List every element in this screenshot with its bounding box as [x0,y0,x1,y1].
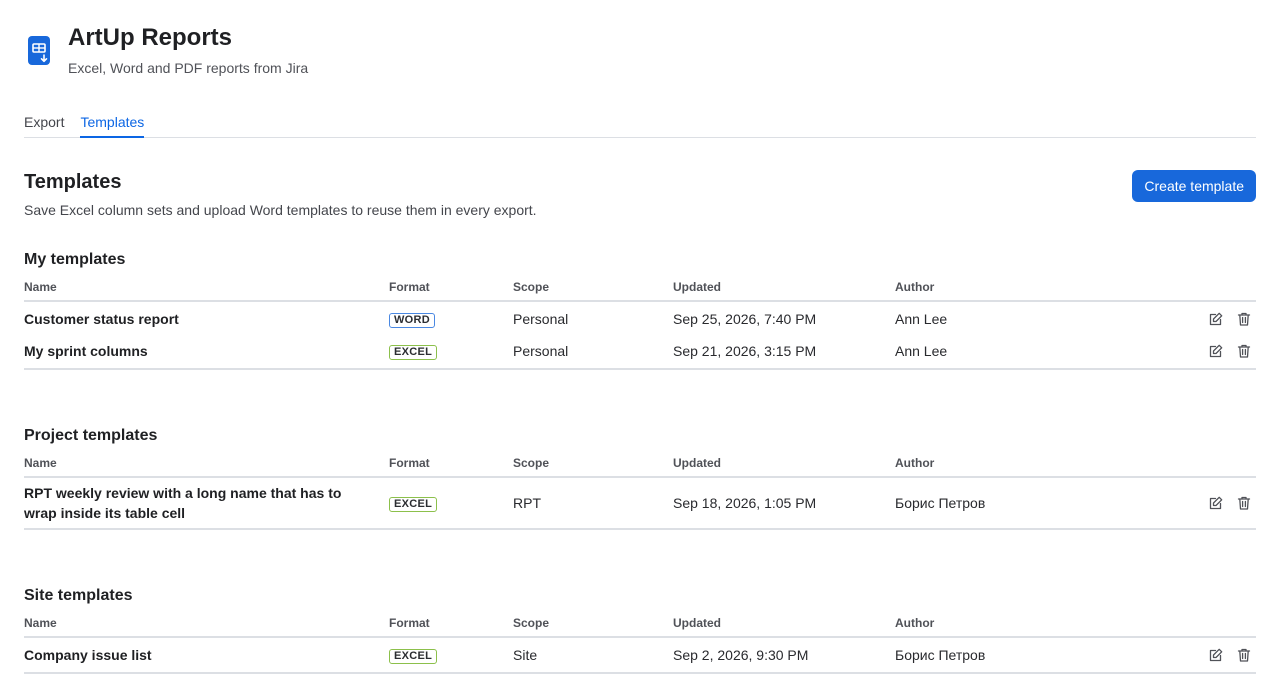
template-scope: Personal [513,343,569,359]
create-template-button[interactable]: Create template [1132,170,1256,202]
template-author: Борис Петров [895,647,986,663]
column-header-scope: Scope [513,456,550,470]
page-title: Templates [24,171,122,193]
template-updated: Sep 25, 2026, 7:40 PM [673,311,817,327]
group-title: Site templates [24,587,133,604]
table-row[interactable]: Customer status report WORD Personal Sep 25… [24,303,1256,335]
row-actions [1095,495,1256,511]
trash-icon[interactable] [1236,311,1252,327]
table-header: Name Format Scope Updated Author [24,280,1256,302]
column-header-name: Name [24,616,57,630]
template-group: My templates Name Format Scope Updated Author… [24,250,1256,370]
table-body: Company issue list EXCEL Site Sep 2, 2026, … [24,638,1256,674]
column-header-author: Author [895,616,935,630]
template-scope: Personal [513,311,569,327]
column-header-format: Format [389,456,430,470]
row-actions [1095,343,1256,359]
app-header: ArtUp Reports Excel, Word and PDF report… [24,24,309,77]
trash-icon[interactable] [1236,495,1252,511]
tab-bar: Export Templates [24,108,1256,138]
format-badge: WORD [389,313,436,328]
app-logo-icon [28,36,50,65]
template-scope: Site [513,647,538,663]
templates-section-header: Templates Save Excel column sets and upl… [24,170,537,218]
column-header-updated: Updated [673,280,721,294]
trash-icon[interactable] [1236,647,1252,663]
template-updated: Sep 18, 2026, 1:05 PM [673,495,817,511]
format-cell: EXCEL [389,342,513,360]
app-titles: ArtUp Reports Excel, Word and PDF report… [68,24,309,77]
column-header-updated: Updated [673,456,721,470]
templates-table: Name Format Scope Updated Author Company issu… [24,616,1256,674]
edit-icon[interactable] [1208,647,1224,663]
template-name[interactable]: RPT weekly review with a long name that … [24,483,389,523]
table-row[interactable]: My sprint columns EXCEL Personal Sep 21, 20… [24,335,1256,367]
template-name[interactable]: My sprint columns [24,341,389,361]
row-actions [1095,647,1256,663]
format-badge: EXCEL [389,649,438,664]
column-header-updated: Updated [673,616,721,630]
app-title: ArtUp Reports [68,24,233,51]
column-header-scope: Scope [513,280,550,294]
template-author: Борис Петров [895,495,986,511]
app-subtitle: Excel, Word and PDF reports from Jira [68,60,309,76]
template-name[interactable]: Customer status report [24,309,389,329]
format-cell: EXCEL [389,494,513,512]
template-group: Site templates Name Format Scope Updated Auth… [24,586,1256,674]
table-body: RPT weekly review with a long name that … [24,478,1256,530]
table-row[interactable]: RPT weekly review with a long name that … [24,479,1256,527]
column-header-name: Name [24,456,57,470]
group-title: Project templates [24,427,158,444]
template-updated: Sep 21, 2026, 3:15 PM [673,343,817,359]
edit-icon[interactable] [1208,343,1224,359]
template-author: Ann Lee [895,311,948,327]
column-header-author: Author [895,456,935,470]
column-header-name: Name [24,280,57,294]
group-title: My templates [24,251,126,268]
template-group: Project templates Name Format Scope Updated A… [24,426,1256,530]
format-badge: EXCEL [389,497,438,512]
templates-table: Name Format Scope Updated Author Customer sta… [24,280,1256,370]
format-badge: EXCEL [389,345,438,360]
table-header: Name Format Scope Updated Author [24,456,1256,478]
page-description: Save Excel column sets and upload Word t… [24,202,537,218]
tab-templates[interactable]: Templates [80,108,145,138]
column-header-format: Format [389,616,430,630]
row-actions [1095,311,1256,327]
templates-table: Name Format Scope Updated Author RPT weekly r… [24,456,1256,530]
column-header-format: Format [389,280,430,294]
trash-icon[interactable] [1236,343,1252,359]
template-name[interactable]: Company issue list [24,645,389,665]
table-row[interactable]: Company issue list EXCEL Site Sep 2, 2026, … [24,639,1256,671]
table-header: Name Format Scope Updated Author [24,616,1256,638]
tab-export[interactable]: Export [24,108,64,138]
edit-icon[interactable] [1208,495,1224,511]
template-updated: Sep 2, 2026, 9:30 PM [673,647,809,663]
template-scope: RPT [513,495,541,511]
column-header-author: Author [895,280,935,294]
format-cell: EXCEL [389,646,513,664]
column-header-scope: Scope [513,616,550,630]
format-cell: WORD [389,310,513,328]
template-author: Ann Lee [895,343,948,359]
table-body: Customer status report WORD Personal Sep 25… [24,302,1256,370]
edit-icon[interactable] [1208,311,1224,327]
